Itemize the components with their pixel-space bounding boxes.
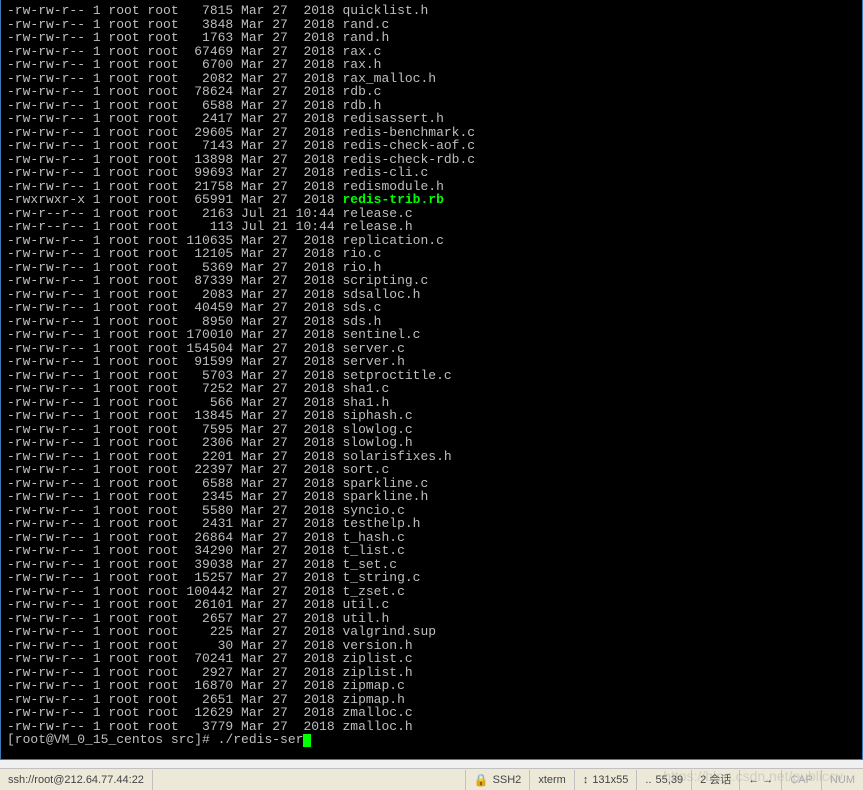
file-row: -rw-rw-r-- 1 root root 2345 Mar 27 2018 …: [7, 490, 856, 504]
status-size: ↕ 131x55: [575, 770, 638, 790]
file-row: -rw-rw-r-- 1 root root 2431 Mar 27 2018 …: [7, 517, 856, 531]
file-row: -rw-rw-r-- 1 root root 2083 Mar 27 2018 …: [7, 288, 856, 302]
status-arrows[interactable]: ← →: [740, 770, 782, 790]
status-term: xterm: [530, 770, 575, 790]
file-row: -rw-rw-r-- 1 root root 2657 Mar 27 2018 …: [7, 612, 856, 626]
cursor: [303, 734, 311, 747]
file-row: -rw-rw-r-- 1 root root 2082 Mar 27 2018 …: [7, 72, 856, 86]
file-row: -rw-rw-r-- 1 root root 154504 Mar 27 201…: [7, 342, 856, 356]
file-row: -rw-rw-r-- 1 root root 6700 Mar 27 2018 …: [7, 58, 856, 72]
file-row: -rw-rw-r-- 1 root root 7815 Mar 27 2018 …: [7, 4, 856, 18]
file-row: -rw-rw-r-- 1 root root 225 Mar 27 2018 v…: [7, 625, 856, 639]
status-protocol: 🔒SSH2: [466, 770, 531, 790]
terminal-output[interactable]: -rw-rw-r-- 1 root root 7815 Mar 27 2018 …: [0, 0, 863, 760]
file-row: -rw-rw-r-- 1 root root 6588 Mar 27 2018 …: [7, 99, 856, 113]
file-row: -rw-rw-r-- 1 root root 30 Mar 27 2018 ve…: [7, 639, 856, 653]
file-row: -rw-rw-r-- 1 root root 2927 Mar 27 2018 …: [7, 666, 856, 680]
typed-command[interactable]: ./redis-ser: [218, 732, 304, 747]
file-row: -rw-rw-r-- 1 root root 26864 Mar 27 2018…: [7, 531, 856, 545]
file-row: -rw-rw-r-- 1 root root 22397 Mar 27 2018…: [7, 463, 856, 477]
file-row: -rw-rw-r-- 1 root root 91599 Mar 27 2018…: [7, 355, 856, 369]
prompt-line[interactable]: [root@VM_0_15_centos src]# ./redis-ser: [7, 733, 856, 747]
file-row: -rw-rw-r-- 1 root root 5369 Mar 27 2018 …: [7, 261, 856, 275]
status-num: NUM: [822, 770, 863, 790]
file-row: -rw-rw-r-- 1 root root 100442 Mar 27 201…: [7, 585, 856, 599]
file-row: -rw-rw-r-- 1 root root 3848 Mar 27 2018 …: [7, 18, 856, 32]
file-name: zmalloc.h: [342, 719, 412, 734]
file-row: -rw-rw-r-- 1 root root 70241 Mar 27 2018…: [7, 652, 856, 666]
file-row: -rw-rw-r-- 1 root root 5703 Mar 27 2018 …: [7, 369, 856, 383]
file-row: -rw-rw-r-- 1 root root 1763 Mar 27 2018 …: [7, 31, 856, 45]
file-row: -rw-r--r-- 1 root root 113 Jul 21 10:44 …: [7, 220, 856, 234]
file-row: -rw-rw-r-- 1 root root 7143 Mar 27 2018 …: [7, 139, 856, 153]
file-row: -rw-rw-r-- 1 root root 12629 Mar 27 2018…: [7, 706, 856, 720]
file-row: -rw-rw-r-- 1 root root 7252 Mar 27 2018 …: [7, 382, 856, 396]
file-row: -rw-rw-r-- 1 root root 5580 Mar 27 2018 …: [7, 504, 856, 518]
file-row: -rw-rw-r-- 1 root root 40459 Mar 27 2018…: [7, 301, 856, 315]
file-row: -rw-rw-r-- 1 root root 67469 Mar 27 2018…: [7, 45, 856, 59]
file-row: -rw-rw-r-- 1 root root 110635 Mar 27 201…: [7, 234, 856, 248]
status-connection: ssh://root@212.64.77.44:22: [0, 770, 153, 790]
file-row: -rw-rw-r-- 1 root root 16870 Mar 27 2018…: [7, 679, 856, 693]
status-sessions: 2 会话: [692, 770, 740, 790]
file-row: -rw-rw-r-- 1 root root 13845 Mar 27 2018…: [7, 409, 856, 423]
file-row: -rw-rw-r-- 1 root root 170010 Mar 27 201…: [7, 328, 856, 342]
lock-icon: 🔒: [474, 770, 489, 790]
status-cursor-pos: .. 55,39: [637, 770, 692, 790]
file-row: -rw-rw-r-- 1 root root 2306 Mar 27 2018 …: [7, 436, 856, 450]
file-row: -rw-rw-r-- 1 root root 2201 Mar 27 2018 …: [7, 450, 856, 464]
file-row: -rw-rw-r-- 1 root root 566 Mar 27 2018 s…: [7, 396, 856, 410]
file-row: -rw-rw-r-- 1 root root 26101 Mar 27 2018…: [7, 598, 856, 612]
file-row: -rw-r--r-- 1 root root 2163 Jul 21 10:44…: [7, 207, 856, 221]
file-row: -rw-rw-r-- 1 root root 3779 Mar 27 2018 …: [7, 720, 856, 734]
file-row: -rw-rw-r-- 1 root root 2651 Mar 27 2018 …: [7, 693, 856, 707]
file-row: -rw-rw-r-- 1 root root 99693 Mar 27 2018…: [7, 166, 856, 180]
file-row: -rw-rw-r-- 1 root root 29605 Mar 27 2018…: [7, 126, 856, 140]
file-row: -rw-rw-r-- 1 root root 12105 Mar 27 2018…: [7, 247, 856, 261]
file-row: -rw-rw-r-- 1 root root 21758 Mar 27 2018…: [7, 180, 856, 194]
file-row: -rw-rw-r-- 1 root root 13898 Mar 27 2018…: [7, 153, 856, 167]
file-row: -rw-rw-r-- 1 root root 2417 Mar 27 2018 …: [7, 112, 856, 126]
file-row: -rw-rw-r-- 1 root root 7595 Mar 27 2018 …: [7, 423, 856, 437]
file-row: -rw-rw-r-- 1 root root 15257 Mar 27 2018…: [7, 571, 856, 585]
file-row: -rw-rw-r-- 1 root root 34290 Mar 27 2018…: [7, 544, 856, 558]
file-row: -rw-rw-r-- 1 root root 39038 Mar 27 2018…: [7, 558, 856, 572]
shell-prompt: [root@VM_0_15_centos src]#: [7, 732, 218, 747]
file-row: -rwxrwxr-x 1 root root 65991 Mar 27 2018…: [7, 193, 856, 207]
file-row: -rw-rw-r-- 1 root root 6588 Mar 27 2018 …: [7, 477, 856, 491]
file-row: -rw-rw-r-- 1 root root 8950 Mar 27 2018 …: [7, 315, 856, 329]
file-row: -rw-rw-r-- 1 root root 78624 Mar 27 2018…: [7, 85, 856, 99]
status-bar: ssh://root@212.64.77.44:22 🔒SSH2 xterm ↕…: [0, 768, 863, 790]
file-row: -rw-rw-r-- 1 root root 87339 Mar 27 2018…: [7, 274, 856, 288]
status-cap: CAP: [782, 770, 822, 790]
